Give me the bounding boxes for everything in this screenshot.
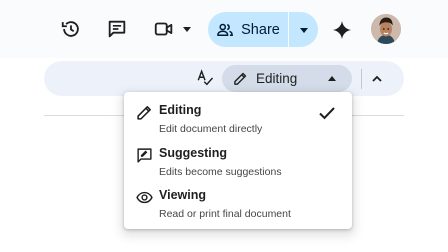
menu-item-title: Editing xyxy=(159,103,202,117)
comments-icon xyxy=(108,20,126,38)
share-button-group: Share xyxy=(208,12,318,47)
share-button[interactable]: Share xyxy=(208,12,288,47)
menu-item-title: Suggesting xyxy=(159,146,228,160)
menu-item-title: Viewing xyxy=(159,188,207,202)
user-avatar xyxy=(371,14,401,44)
menu-item-description: Read or print final document xyxy=(159,208,291,220)
share-label: Share xyxy=(241,21,280,38)
spellcheck-icon xyxy=(197,69,214,86)
pencil-icon xyxy=(234,72,247,85)
people-icon xyxy=(217,23,234,36)
menu-item-description: Edit document directly xyxy=(159,123,263,135)
pencil-icon xyxy=(137,106,151,120)
eye-icon xyxy=(136,191,153,204)
spellcheck-button[interactable] xyxy=(195,68,215,88)
avatar[interactable] xyxy=(371,14,401,44)
gemini-button[interactable] xyxy=(330,18,354,42)
menu-item-suggesting[interactable]: Suggesting Edits become suggestions xyxy=(124,146,352,188)
menu-item-editing[interactable]: Editing Edit document directly xyxy=(124,103,352,145)
history-icon xyxy=(61,21,79,37)
menu-item-viewing[interactable]: Viewing Read or print final document xyxy=(124,188,352,230)
version-history-button[interactable] xyxy=(58,16,84,42)
chevron-up-icon xyxy=(372,75,382,82)
suggest-edit-icon xyxy=(137,148,152,163)
caret-down-icon xyxy=(183,27,191,32)
checkmark-icon xyxy=(319,107,335,120)
mode-menu: Editing Edit document directly Suggestin… xyxy=(124,92,352,229)
caret-up-icon xyxy=(328,76,336,81)
toolbar-divider xyxy=(361,69,362,89)
mode-label: Editing xyxy=(256,71,298,86)
hide-menus-button[interactable] xyxy=(368,70,386,88)
meet-button[interactable] xyxy=(150,15,194,43)
comments-button[interactable] xyxy=(104,16,130,42)
video-call-icon xyxy=(154,22,173,36)
caret-down-icon xyxy=(299,27,308,33)
mode-selector[interactable]: Editing xyxy=(222,65,352,92)
gemini-sparkle-icon xyxy=(332,20,352,40)
menu-item-description: Edits become suggestions xyxy=(159,166,282,178)
